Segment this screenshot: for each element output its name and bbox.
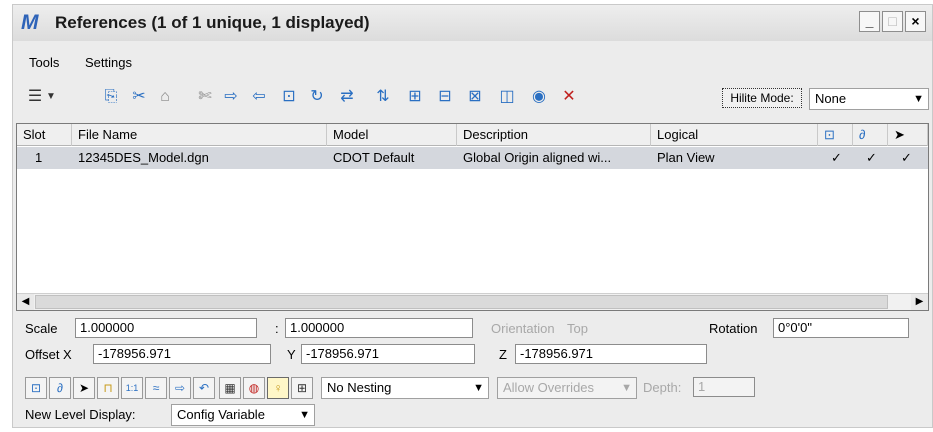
allow-overrides-select: Allow Overrides ▼ (497, 377, 637, 399)
new-level-display-label: New Level Display: (25, 407, 136, 422)
list-view-icon[interactable]: ☰ (23, 85, 47, 109)
detach-all-icon[interactable]: ✕ (557, 85, 581, 109)
snap-toggle-icon[interactable]: ∂ (49, 377, 71, 399)
table-header: Slot File Name Model Description Logical… (17, 124, 928, 146)
attach-reference-icon[interactable]: ⎘ (99, 85, 123, 109)
allow-overrides-value: Allow Overrides (503, 380, 595, 395)
title-bar[interactable]: M References (1 of 1 unique, 1 displayed… (13, 5, 932, 41)
line-style-scale-icon[interactable]: ≈ (145, 377, 167, 399)
scale-icon[interactable]: ⊡ (277, 85, 301, 109)
reload-icon[interactable]: ⌂ (153, 85, 177, 109)
orientation-label: Orientation (491, 321, 555, 336)
treat-as-element-icon[interactable]: ⊞ (291, 377, 313, 399)
chevron-down-icon: ▼ (299, 409, 310, 421)
list-view-dropdown-icon[interactable]: ▼ (45, 85, 57, 109)
color-adjust-icon[interactable]: ◍ (243, 377, 265, 399)
col-description[interactable]: Description (457, 124, 651, 146)
col-logical[interactable]: Logical (651, 124, 818, 146)
scroll-thumb[interactable] (35, 295, 888, 309)
new-level-display-select[interactable]: Config Variable ▼ (171, 404, 315, 426)
orientation-value: Top (567, 321, 588, 336)
logical-cell: Plan View (657, 150, 715, 165)
minimize-button[interactable]: _ (859, 11, 880, 32)
scale-reference-input[interactable]: 1.000000 (285, 318, 473, 338)
model-cell: CDOT Default (333, 150, 415, 165)
georeference-icon[interactable]: ↶ (193, 377, 215, 399)
clip-mask-icon[interactable]: ⊟ (433, 85, 457, 109)
level-display-bulb-icon[interactable]: ♀ (267, 377, 289, 399)
window-title: References (1 of 1 unique, 1 displayed) (55, 13, 370, 32)
chevron-down-icon: ▼ (913, 93, 924, 105)
references-table: Slot File Name Model Description Logical… (16, 123, 929, 311)
col-model[interactable]: Model (327, 124, 457, 146)
scroll-right-icon[interactable]: ▶ (911, 294, 928, 310)
clip-boundary-icon[interactable]: ⊞ (403, 85, 427, 109)
scroll-left-icon[interactable]: ◀ (17, 294, 34, 310)
snap-col-icon[interactable]: ∂ (853, 124, 888, 146)
horizontal-scrollbar[interactable]: ◀ ▶ (17, 293, 928, 310)
table-row[interactable]: 1 12345DES_Model.dgn CDOT Default Global… (17, 147, 928, 169)
nesting-select[interactable]: No Nesting ▼ (321, 377, 489, 399)
depth-label: Depth: (643, 380, 682, 395)
toolbar: ☰ ▼ ⎘ ✂ ⌂ ✄ ⇨ ⇦ ⊡ ↻ ⇄ ⇅ ⊞ ⊟ ⊠ ◫ ◉ ✕ Hili… (13, 81, 932, 113)
locate-col-icon[interactable]: ➤ (888, 124, 928, 146)
references-window: M References (1 of 1 unique, 1 displayed… (12, 4, 933, 428)
offset-x-input[interactable]: -178956.971 (93, 344, 271, 364)
reload-all-icon[interactable]: ◉ (527, 85, 551, 109)
hilite-mode-button[interactable]: Hilite Mode: (722, 88, 802, 108)
display-check[interactable]: ✓ (825, 147, 853, 169)
locate-check[interactable]: ✓ (895, 147, 923, 169)
mirror-vertical-icon[interactable]: ⇅ (371, 85, 395, 109)
hilite-mode-value: None (815, 91, 847, 106)
col-file-name[interactable]: File Name (72, 124, 327, 146)
chevron-down-icon: ▼ (473, 382, 484, 394)
offset-z-input[interactable]: -178956.971 (515, 344, 707, 364)
snap-check[interactable]: ✓ (860, 147, 888, 169)
scale-separator: : (275, 321, 279, 336)
move-icon[interactable]: ⇨ (219, 85, 243, 109)
raster-display-icon[interactable]: ▦ (219, 377, 241, 399)
scale-label: Scale (25, 321, 58, 336)
offset-y-label: Y (287, 347, 296, 362)
close-button[interactable]: × (905, 11, 926, 32)
menu-tools[interactable]: Tools (29, 55, 59, 70)
rotation-input[interactable]: 0°0'0" (773, 318, 909, 338)
microstation-logo-icon: M (21, 11, 39, 34)
chevron-down-icon: ▼ (621, 382, 632, 394)
file-name-cell: 12345DES_Model.dgn (78, 150, 209, 165)
rotate-icon[interactable]: ↻ (305, 85, 329, 109)
new-level-display-value: Config Variable (177, 407, 265, 422)
offset-y-input[interactable]: -178956.971 (301, 344, 475, 364)
nesting-value: No Nesting (327, 380, 392, 395)
clip-front-icon[interactable]: ◫ (495, 85, 519, 109)
display-col-icon[interactable]: ⊡ (818, 124, 853, 146)
display-toggle-icon[interactable]: ⊡ (25, 377, 47, 399)
menu-settings[interactable]: Settings (85, 55, 132, 70)
col-slot[interactable]: Slot (17, 124, 72, 146)
detach-icon[interactable]: ✂ (127, 85, 151, 109)
lock-toggle-icon[interactable]: ⊓ (97, 377, 119, 399)
locate-toggle-icon[interactable]: ➤ (73, 377, 95, 399)
offset-z-label: Z (499, 347, 507, 362)
mirror-horizontal-icon[interactable]: ⇄ (335, 85, 359, 109)
hilite-mode-select[interactable]: None ▼ (809, 88, 929, 110)
description-cell: Global Origin aligned wi... (463, 150, 612, 165)
depth-input: 1 (693, 377, 755, 397)
rotation-label: Rotation (709, 321, 758, 336)
copy-icon[interactable]: ⇦ (247, 85, 271, 109)
maximize-button[interactable]: □ (882, 11, 903, 32)
delete-clip-icon[interactable]: ⊠ (463, 85, 487, 109)
slot-cell: 1 (35, 150, 43, 165)
exchange-icon[interactable]: ✄ (193, 85, 217, 109)
true-scale-toggle-icon[interactable]: 1:1 (121, 377, 143, 399)
ignore-attachment-icon[interactable]: ⇨ (169, 377, 191, 399)
offset-x-label: Offset X (25, 347, 72, 362)
scale-master-input[interactable]: 1.000000 (75, 318, 257, 338)
